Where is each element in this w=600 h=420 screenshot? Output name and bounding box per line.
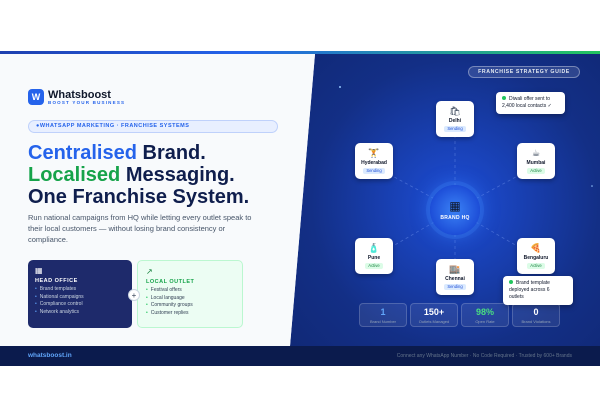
status-badge: Active: [527, 168, 545, 174]
headline-rest-2: Messaging.: [120, 164, 235, 186]
whatsboost-logo-icon: W: [28, 89, 44, 105]
status-dot-icon: [502, 96, 506, 100]
list-item: Brand templates: [35, 286, 125, 294]
outlet-node-mumbai[interactable]: ☕ Mumbai Active: [517, 143, 555, 179]
stat-label: Brand Violations: [521, 319, 551, 324]
stat-value: 1: [380, 307, 386, 317]
local-outlet-card: ↗ LOCAL OUTLET Festival offers Local lan…: [137, 260, 243, 328]
outlet-node-hyderabad[interactable]: 🏋 Hyderabad Sending: [355, 143, 393, 179]
status-badge: Active: [527, 263, 545, 269]
strategy-guide-pill[interactable]: FRANCHISE STRATEGY GUIDE: [468, 66, 580, 78]
bottle-icon: 🧴: [368, 243, 380, 253]
stat-label: Open Rate: [475, 319, 495, 324]
outlet-name: Hyderabad: [361, 160, 387, 166]
stat-brand-violations: 0 Brand Violations: [512, 303, 560, 327]
list-item: Compliance control: [35, 301, 125, 309]
status-badge: Sending: [363, 168, 385, 174]
stat-value: 0: [533, 307, 539, 317]
headline-accent-1: Centralised: [28, 142, 137, 164]
list-item: Festival offers: [146, 287, 234, 295]
hero-section: W Whatsboost BOOST YOUR BUSINESS ●WHATSA…: [0, 54, 600, 346]
local-outlet-title: LOCAL OUTLET: [146, 279, 195, 285]
status-badge: Active: [365, 263, 383, 269]
stat-value: 98%: [475, 307, 494, 317]
sparkle-dot: [591, 185, 593, 187]
stat-outlets-managed: 150+ Outlets Managed: [410, 303, 458, 327]
stat-label: Outlets Managed: [418, 319, 450, 324]
stats-row: 1 Brand Number 150+ Outlets Managed 98% …: [359, 303, 560, 327]
status-badge: Sending: [444, 284, 466, 290]
sparkle-dot: [339, 86, 341, 88]
head-office-title: HEAD OFFICE: [35, 278, 78, 284]
headline: Centralised Brand. Localised Messaging. …: [28, 142, 249, 208]
headline-line-3: One Franchise System.: [28, 186, 250, 208]
list-item: Customer replies: [146, 310, 234, 318]
outlet-node-bengaluru[interactable]: 🍕 Bengaluru Active: [517, 238, 555, 274]
status-badge: Sending: [444, 126, 466, 132]
plus-icon: +: [128, 289, 140, 301]
head-office-card: ▦ HEAD OFFICE Brand templates National c…: [28, 260, 132, 328]
building-icon: ▦: [449, 198, 461, 213]
pin-icon: ↗: [146, 267, 153, 276]
list-item: Local language: [146, 295, 234, 303]
outlet-node-delhi[interactable]: 🛍 Delhi Sending: [436, 101, 474, 137]
footer-note: Connect any WhatsApp Number · No Code Re…: [396, 353, 572, 359]
outlet-node-pune[interactable]: 🧴 Pune Active: [355, 238, 393, 274]
stat-open-rate: 98% Open Rate: [461, 303, 509, 327]
toast-line: Brand template: [516, 280, 550, 286]
toast-line: deployed across 6: [509, 287, 550, 293]
footer-brand-link[interactable]: whatsboost.in: [28, 352, 72, 359]
outlet-name: Bengaluru: [523, 255, 549, 261]
store-icon: 🏬: [449, 264, 461, 274]
intro-panel: W Whatsboost BOOST YOUR BUSINESS ●WHATSA…: [0, 54, 315, 346]
diwali-toast: Diwali offer sent to 2,400 local contact…: [496, 92, 565, 114]
hub-label: BRAND HQ: [440, 214, 470, 221]
outlet-node-chennai[interactable]: 🏬 Chennai Sending: [436, 259, 474, 295]
toast-line: 2,400 local contacts ✓: [502, 103, 552, 109]
category-pill: ●WHATSAPP MARKETING · FRANCHISE SYSTEMS: [28, 120, 278, 133]
list-item: National campaigns: [35, 294, 125, 302]
toast-line: Diwali offer sent to: [509, 96, 551, 102]
toast-line: outlets: [509, 294, 524, 300]
brand-hq-hub[interactable]: ▦ BRAND HQ: [430, 185, 480, 235]
headline-accent-2: Localised: [28, 164, 121, 186]
stat-brand-number: 1 Brand Number: [359, 303, 407, 327]
outlet-name: Pune: [367, 255, 381, 261]
dumbbell-icon: 🏋: [368, 148, 380, 158]
coffee-icon: ☕: [531, 148, 541, 158]
template-toast: Brand template deployed across 6 outlets: [503, 276, 573, 305]
bag-icon: 🛍: [449, 106, 461, 116]
head-office-list: Brand templates National campaigns Compl…: [35, 286, 125, 316]
subtext: Run national campaigns from HQ while let…: [28, 213, 252, 244]
outlet-name: Delhi: [448, 118, 462, 124]
list-item: Community groups: [146, 302, 234, 310]
brand-logo[interactable]: W Whatsboost BOOST YOUR BUSINESS: [28, 89, 125, 105]
stat-label: Brand Number: [369, 319, 396, 324]
status-dot-icon: [509, 280, 513, 284]
building-icon: ▦: [35, 266, 43, 275]
brand-name: Whatsboost: [48, 88, 111, 101]
headline-rest-1: Brand.: [136, 142, 206, 164]
stat-value: 150+: [423, 307, 445, 317]
brand-tagline: BOOST YOUR BUSINESS: [48, 99, 126, 105]
pizza-icon: 🍕: [530, 243, 542, 253]
footer-bar: whatsboost.in Connect any WhatsApp Numbe…: [0, 346, 600, 366]
local-outlet-list: Festival offers Local language Community…: [146, 287, 234, 317]
outlet-name: Mumbai: [526, 160, 546, 166]
outlet-name: Chennai: [445, 276, 465, 282]
list-item: Network analytics: [35, 309, 125, 317]
